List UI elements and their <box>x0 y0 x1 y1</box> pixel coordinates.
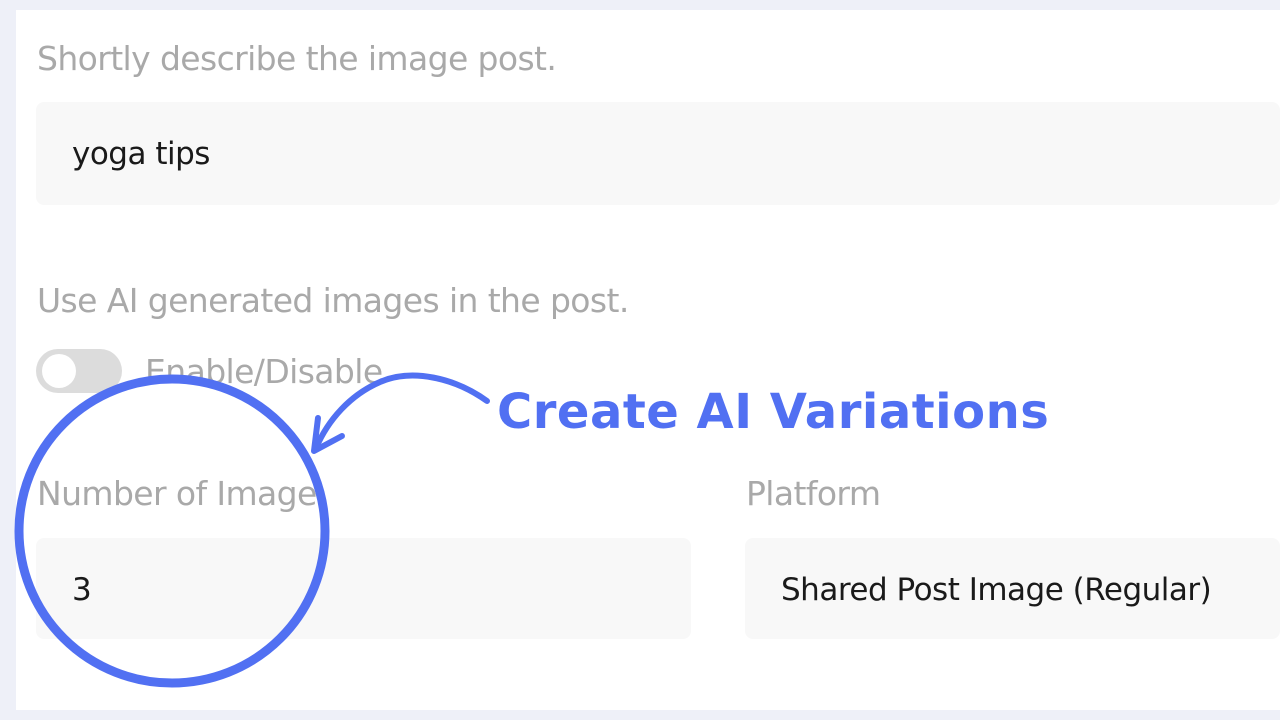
toggle-label: Enable/Disable <box>145 352 383 391</box>
platform-select-value: Shared Post Image (Regular) <box>781 572 1212 608</box>
number-of-image-label: Number of Image <box>37 474 317 513</box>
ai-images-label: Use AI generated images in the post. <box>37 281 629 320</box>
description-label: Shortly describe the image post. <box>37 39 557 78</box>
number-of-image-input[interactable] <box>36 538 691 639</box>
number-of-image-value: 3 <box>72 572 92 608</box>
platform-label: Platform <box>746 474 881 513</box>
description-input[interactable] <box>36 102 1280 205</box>
toggle-knob <box>42 354 76 388</box>
ai-images-toggle[interactable] <box>36 349 122 393</box>
annotation-text: Create AI Variations <box>497 384 1050 440</box>
description-input-value: yoga tips <box>72 136 210 172</box>
